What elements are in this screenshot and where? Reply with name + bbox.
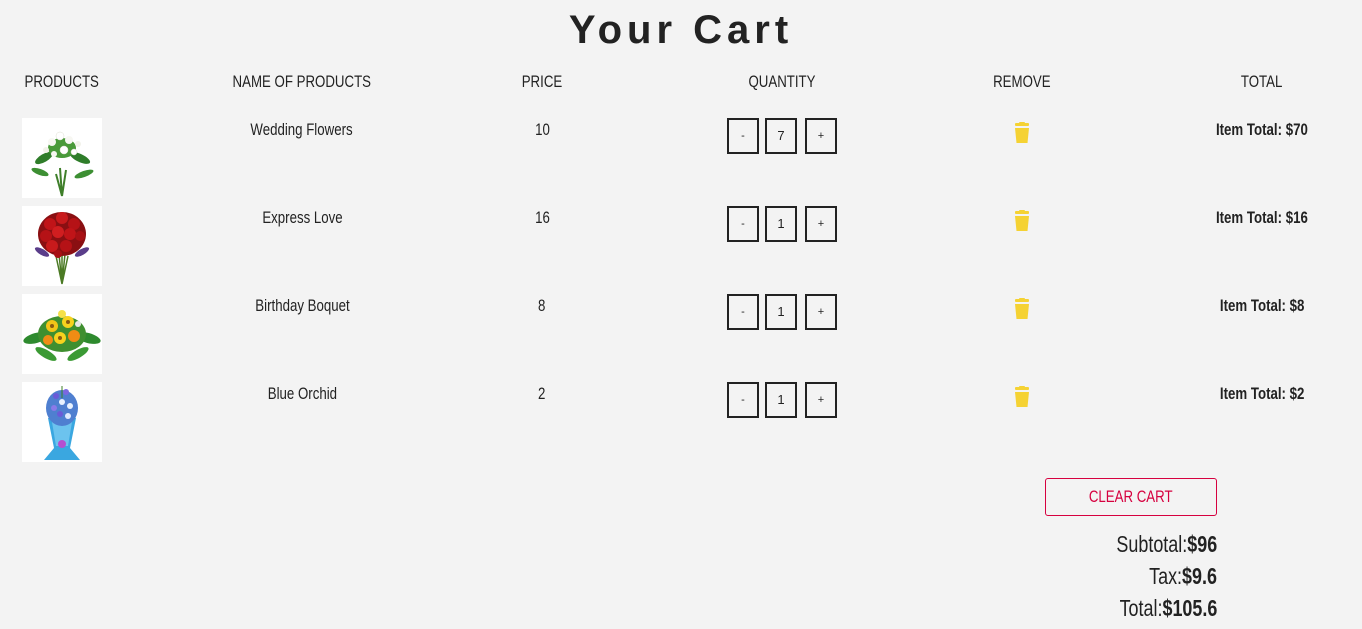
product-price: 10: [534, 120, 550, 139]
trash-icon[interactable]: [1012, 210, 1032, 232]
item-total: Item Total: $2: [1219, 384, 1305, 403]
tax-value: $9.6: [1182, 563, 1217, 589]
trash-icon[interactable]: [1012, 122, 1032, 144]
white-flower-bouquet-image: [22, 118, 102, 198]
subtotal-label: Subtotal:: [1116, 531, 1188, 557]
cart-row: Blue Orchid 2 - 1 + Item Total: $2: [0, 382, 1362, 462]
quantity-stepper: - 1 +: [727, 206, 839, 242]
product-name: Birthday Boquet: [254, 296, 350, 315]
item-total: Item Total: $70: [1216, 120, 1308, 139]
column-header-products: PRODUCTS: [24, 72, 100, 91]
product-price: 16: [534, 208, 550, 227]
yellow-flower-bouquet-image: [22, 294, 102, 374]
increment-quantity-button[interactable]: +: [805, 118, 837, 154]
quantity-value: 7: [765, 118, 797, 154]
quantity-stepper: - 7 +: [727, 118, 839, 154]
product-name: Wedding Flowers: [250, 120, 354, 139]
quantity-stepper: - 1 +: [727, 382, 839, 418]
tax-label: Tax:: [1149, 563, 1183, 589]
trash-icon[interactable]: [1012, 386, 1032, 408]
quantity-value: 1: [765, 294, 797, 330]
quantity-value: 1: [765, 206, 797, 242]
tax-line: Tax:$9.6: [917, 562, 1217, 590]
column-header-name: NAME OF PRODUCTS: [232, 72, 372, 91]
quantity-value: 1: [765, 382, 797, 418]
clear-cart-button[interactable]: CLEAR CART: [1045, 478, 1217, 516]
decrement-quantity-button[interactable]: -: [727, 294, 759, 330]
product-name: Blue Orchid: [267, 384, 337, 403]
column-header-remove: REMOVE: [993, 72, 1051, 91]
grand-total-line: Total:$105.6: [917, 594, 1217, 622]
column-header-total: TOTAL: [1241, 72, 1283, 91]
column-header-quantity: QUANTITY: [748, 72, 816, 91]
subtotal-value: $96: [1187, 531, 1217, 557]
grand-total-label: Total:: [1119, 595, 1163, 621]
column-header-price: PRICE: [521, 72, 563, 91]
decrement-quantity-button[interactable]: -: [727, 206, 759, 242]
increment-quantity-button[interactable]: +: [805, 294, 837, 330]
decrement-quantity-button[interactable]: -: [727, 382, 759, 418]
increment-quantity-button[interactable]: +: [805, 382, 837, 418]
item-total: Item Total: $16: [1216, 208, 1308, 227]
increment-quantity-button[interactable]: +: [805, 206, 837, 242]
item-total: Item Total: $8: [1219, 296, 1305, 315]
decrement-quantity-button[interactable]: -: [727, 118, 759, 154]
product-price: 2: [538, 384, 546, 403]
grand-total-value: $105.6: [1162, 595, 1217, 621]
subtotal-line: Subtotal:$96: [917, 530, 1217, 558]
cart-row: Wedding Flowers 10 - 7 + Item Total: $70: [0, 118, 1362, 198]
red-rose-bouquet-image: [22, 206, 102, 286]
quantity-stepper: - 1 +: [727, 294, 839, 330]
trash-icon[interactable]: [1012, 298, 1032, 320]
blue-orchid-bouquet-image: [22, 382, 102, 462]
page-title: Your Cart: [568, 8, 794, 52]
cart-row: Express Love 16 - 1 + Item Total: $16: [0, 206, 1362, 286]
cart-row: Birthday Boquet 8 - 1 + Item Total: $8: [0, 294, 1362, 374]
product-name: Express Love: [261, 208, 343, 227]
product-price: 8: [538, 296, 546, 315]
